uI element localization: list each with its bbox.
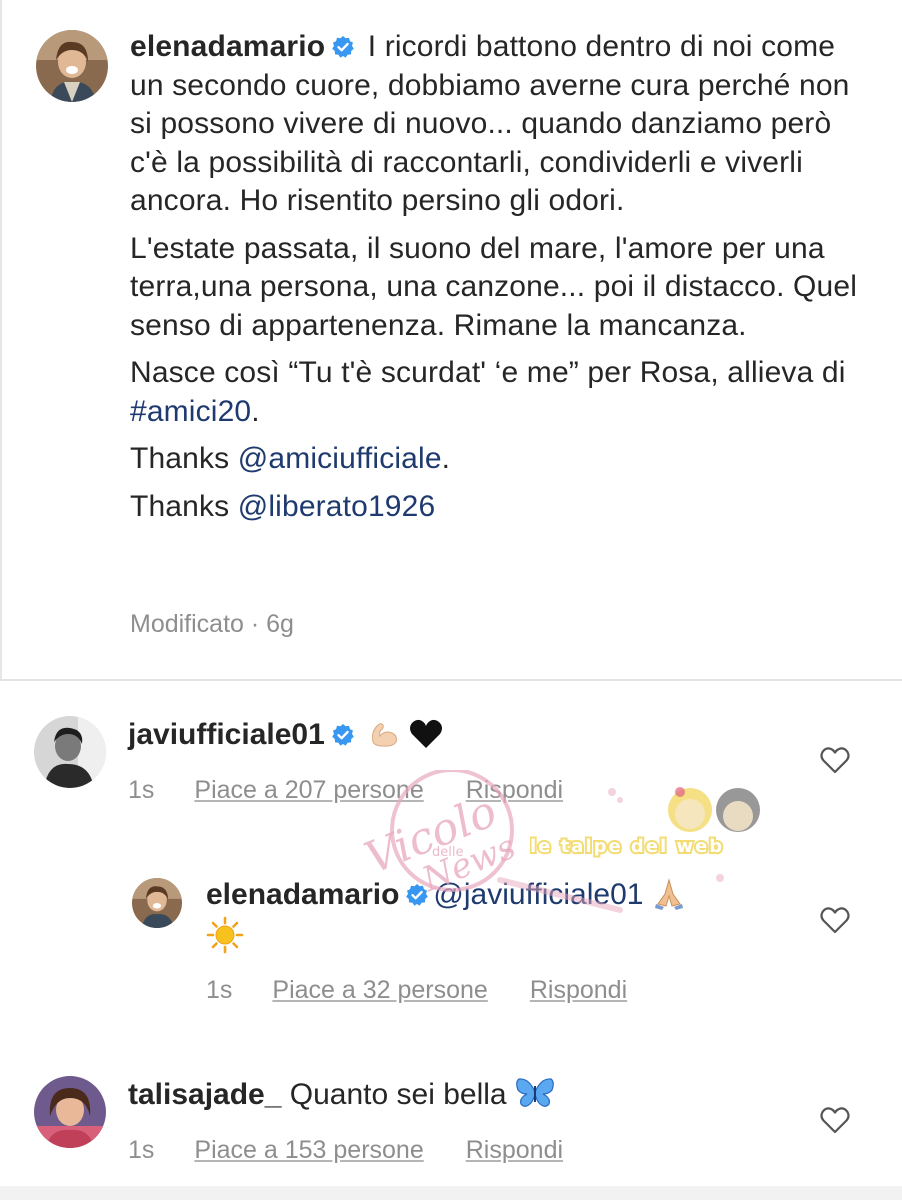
heart-outline-icon — [820, 907, 850, 934]
comment-3-time: 1s — [128, 1136, 155, 1164]
reply-1-time: 1s — [206, 976, 233, 1004]
mention-link-liberato1926[interactable]: @liberato1926 — [238, 490, 436, 523]
reply-1-second-line — [206, 916, 244, 958]
caption-paragraph-3: Nasce così “Tu t'è scurdat' ‘e me” per R… — [130, 354, 870, 431]
comment-1-body: javiufficiale01 — [128, 716, 443, 754]
reply-1-likes-link[interactable]: Piace a 32 persone — [272, 976, 487, 1005]
verified-badge-icon — [331, 35, 355, 59]
verified-badge-icon — [331, 723, 355, 747]
reply-1-reply-button[interactable]: Rispondi — [530, 976, 627, 1005]
mention-link-amiciufficiale[interactable]: @amiciufficiale — [238, 442, 442, 475]
caption-paragraph-4-text: Thanks — [130, 442, 238, 475]
sun-emoji-icon — [206, 916, 244, 954]
folded-hands-emoji-icon — [652, 876, 686, 910]
hashtag-link[interactable]: #amici20 — [130, 395, 251, 428]
comment-3-username[interactable]: talisajade_ — [128, 1078, 281, 1111]
comment-3-reply-button[interactable]: Rispondi — [466, 1136, 563, 1165]
comment-3-text: Quanto sei bella — [289, 1078, 507, 1111]
comment-3-body: talisajade_ Quanto sei bella — [128, 1076, 555, 1114]
reply-1-body: elenadamario @javiufficiale01 — [206, 876, 686, 914]
comment-1-username[interactable]: javiufficiale01 — [128, 718, 325, 751]
reply-1-avatar[interactable] — [132, 878, 182, 928]
comment-1-likes-link[interactable]: Piace a 207 persone — [194, 776, 423, 805]
caption-paragraph-5-text: Thanks — [130, 489, 238, 523]
post-caption: elenadamario I ricordi battono dentro di… — [0, 0, 902, 680]
reply-1-like-button[interactable] — [820, 906, 850, 934]
comment-1-avatar[interactable] — [34, 716, 106, 788]
comment-3-likes-link[interactable]: Piace a 153 persone — [194, 1136, 423, 1165]
comment-1-reply-button[interactable]: Rispondi — [466, 776, 563, 805]
comment-1-time: 1s — [128, 776, 155, 804]
caption-paragraph-4: Thanks @amiciufficiale. — [130, 440, 870, 479]
caption-paragraph-2: L'estate passata, il suono del mare, l'a… — [130, 231, 858, 342]
comment-1-meta: 1s Piace a 207 persone Rispondi — [128, 776, 563, 805]
butterfly-emoji-icon — [515, 1076, 555, 1110]
flexed-biceps-emoji-icon — [367, 716, 401, 750]
bottom-edge — [0, 1186, 902, 1200]
heart-outline-icon — [820, 1107, 850, 1134]
caption-paragraph-3-text: Nasce così “Tu t'è scurdat' ‘e me” per R… — [130, 356, 846, 389]
comment-3-like-button[interactable] — [820, 1106, 850, 1134]
caption-meta: Modificato · 6g — [130, 610, 294, 638]
verified-badge-icon — [405, 883, 429, 907]
caption-text: elenadamario I ricordi battono dentro di… — [130, 28, 870, 535]
reply-1-mention-link[interactable]: @javiufficiale01 — [433, 878, 643, 911]
caption-paragraph-5: Thanks @liberato1926 — [130, 488, 870, 527]
caption-paragraph-3-end: . — [251, 394, 260, 428]
comment-3-meta: 1s Piace a 153 persone Rispondi — [128, 1136, 563, 1165]
caption-divider — [0, 679, 902, 681]
comment-3-avatar[interactable] — [34, 1076, 106, 1148]
caption-paragraph-1: elenadamario I ricordi battono dentro di… — [130, 28, 870, 221]
caption-username[interactable]: elenadamario — [130, 30, 325, 63]
black-heart-emoji-icon — [409, 718, 443, 750]
caption-author-avatar[interactable] — [36, 30, 108, 102]
watermark-talpe-text: le talpe del web — [530, 836, 724, 857]
reply-1-username[interactable]: elenadamario — [206, 878, 399, 911]
reply-1-meta: 1s Piace a 32 persone Rispondi — [206, 976, 627, 1005]
heart-outline-icon — [820, 747, 850, 774]
caption-paragraph-4-end: . — [441, 442, 451, 475]
watermark-delle-text: delle — [432, 845, 463, 860]
comment-1-like-button[interactable] — [820, 746, 850, 774]
